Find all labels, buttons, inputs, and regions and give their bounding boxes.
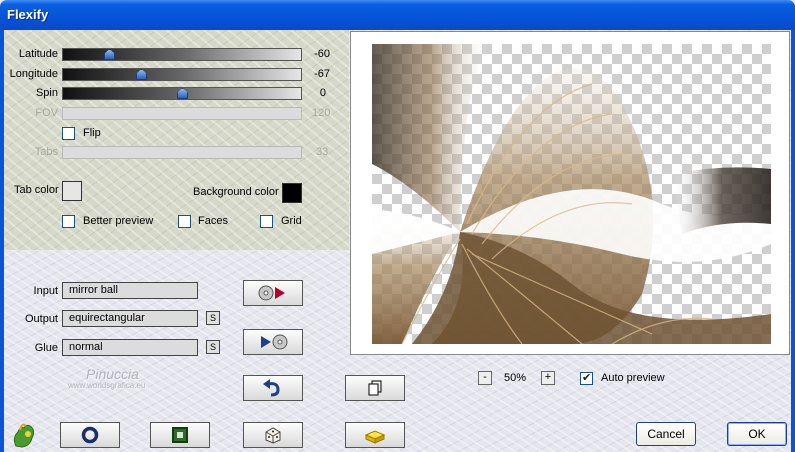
grid-label: Grid xyxy=(281,215,302,227)
glue-select[interactable]: normal xyxy=(62,339,198,356)
faces-label: Faces xyxy=(198,215,228,227)
latitude-slider-handle[interactable] xyxy=(104,49,115,60)
input-select[interactable]: mirror ball xyxy=(62,282,198,299)
square-tool-icon xyxy=(172,427,188,443)
square-tool-button[interactable] xyxy=(150,422,210,448)
dice-button[interactable] xyxy=(243,422,303,448)
tab-color-label: Tab color xyxy=(14,184,59,196)
tab-color-swatch[interactable] xyxy=(62,181,82,201)
undo-arrow-icon xyxy=(263,379,280,397)
cd-play-icon xyxy=(258,285,285,301)
window-frame-right xyxy=(791,30,795,452)
longitude-slider[interactable] xyxy=(62,68,302,81)
spin-label: Spin xyxy=(35,87,58,99)
better-preview-label: Better preview xyxy=(83,215,154,227)
faces-checkbox[interactable] xyxy=(178,215,191,228)
preview-frame xyxy=(350,31,790,355)
window-title: Flexify xyxy=(7,7,49,22)
output-convert-button[interactable] xyxy=(243,329,303,355)
circle-tool-button[interactable] xyxy=(60,422,120,448)
watermark-url: www.worldsgrafica.eu xyxy=(68,381,146,390)
input-label: Input xyxy=(33,285,58,297)
spin-slider-handle[interactable] xyxy=(177,88,188,99)
grid-checkbox[interactable] xyxy=(260,215,273,228)
play-cd-icon xyxy=(261,334,288,350)
auto-preview-checkbox[interactable] xyxy=(580,371,593,385)
ok-button[interactable]: OK xyxy=(727,422,787,446)
spin-value: 0 xyxy=(319,87,326,99)
glue-label: Glue xyxy=(34,342,58,354)
watermark-name: Pinuccia xyxy=(86,366,139,382)
fov-value: 120 xyxy=(312,107,331,119)
latitude-label: Latitude xyxy=(18,48,58,60)
auto-preview-label: Auto preview xyxy=(601,372,665,384)
latitude-slider[interactable] xyxy=(62,48,302,61)
flip-checkbox[interactable] xyxy=(62,127,75,140)
output-s-button[interactable]: S xyxy=(206,311,220,325)
flip-label: Flip xyxy=(83,127,101,139)
longitude-label: Longitude xyxy=(9,68,58,80)
circle-tool-icon xyxy=(81,426,99,444)
fov-label: FOV xyxy=(35,107,58,119)
flaming-pear-logo xyxy=(13,423,35,448)
zoom-out-button[interactable]: - xyxy=(478,371,492,385)
brick-icon xyxy=(364,430,386,444)
longitude-slider-handle[interactable] xyxy=(136,69,147,80)
undo-button[interactable] xyxy=(243,375,303,401)
tabs-value: 33 xyxy=(316,146,329,158)
tabs-label: Tabs xyxy=(34,146,58,158)
zoom-in-button[interactable]: + xyxy=(541,371,555,385)
preview-image[interactable] xyxy=(372,44,771,344)
input-convert-button[interactable] xyxy=(243,280,303,306)
fov-slider xyxy=(62,107,302,120)
background-color-label: Background color xyxy=(193,186,279,198)
longitude-value: -67 xyxy=(314,68,330,80)
brick-button[interactable] xyxy=(345,422,405,448)
better-preview-checkbox[interactable] xyxy=(62,215,75,228)
title-bar: Flexify xyxy=(0,0,795,30)
cancel-button[interactable]: Cancel xyxy=(636,422,696,446)
copy-button[interactable] xyxy=(345,375,405,401)
latitude-value: -60 xyxy=(314,48,330,60)
preview-render xyxy=(372,44,771,344)
spin-slider[interactable] xyxy=(62,87,302,100)
copy-icon xyxy=(368,380,382,396)
background-color-swatch[interactable] xyxy=(282,183,302,203)
output-label: Output xyxy=(24,313,58,325)
glue-s-button[interactable]: S xyxy=(206,340,220,354)
dice-icon xyxy=(265,427,281,444)
zoom-level: 50% xyxy=(504,372,527,384)
output-select[interactable]: equirectangular xyxy=(62,310,198,327)
tabs-slider xyxy=(62,146,302,159)
